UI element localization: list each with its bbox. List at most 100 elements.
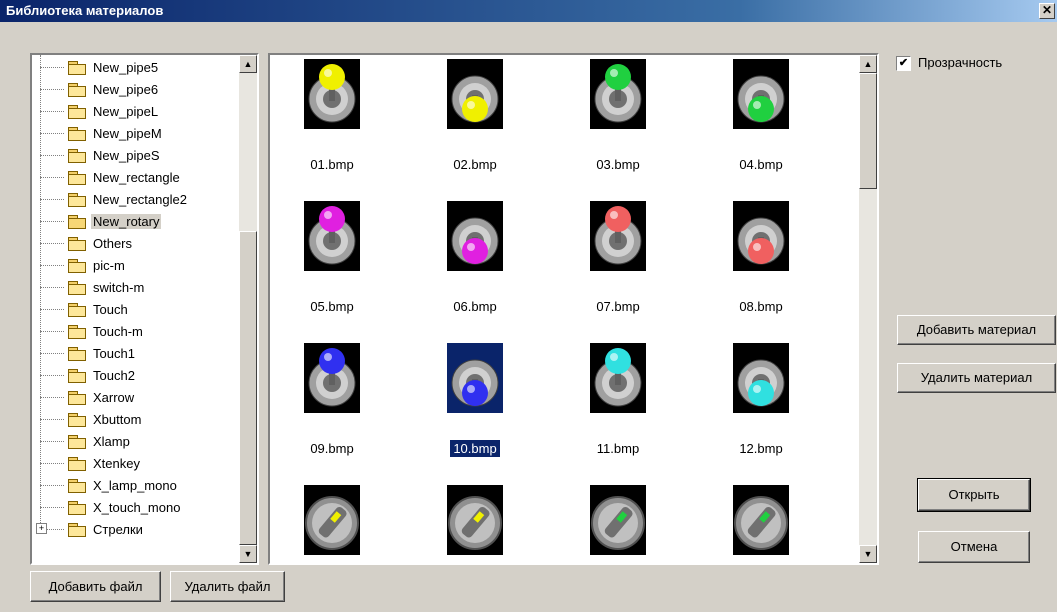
grid-scroll-down-icon[interactable]: ▼ <box>859 545 877 563</box>
tree-connector <box>40 221 64 222</box>
folder-tree-list: New_pipe5 New_pipe6 New_pipeL New_pipeM New_… <box>32 55 229 563</box>
material-grid-items: 01.bmp 02.bmp 03.bmp 04.bmp 05.bmp 06.bmp 07.b… <box>270 55 856 563</box>
tree-scrollbar[interactable]: ▲ ▼ <box>239 55 257 563</box>
cancel-button[interactable]: Отмена <box>918 531 1030 563</box>
folder-icon <box>68 170 86 185</box>
open-button[interactable]: Открыть <box>917 478 1031 512</box>
tree-connector <box>40 265 64 266</box>
material-item[interactable]: 03.bmp <box>562 59 672 199</box>
material-item[interactable] <box>419 485 529 563</box>
title-bar: Библиотека материалов ✕ <box>0 0 1057 22</box>
material-item[interactable]: 10.bmp <box>419 343 529 483</box>
grid-scroll-thumb[interactable] <box>859 73 877 189</box>
tree-item-xarrow[interactable]: Xarrow <box>40 387 136 407</box>
folder-icon <box>68 478 86 493</box>
tree-connector <box>40 375 64 376</box>
folder-icon <box>68 390 86 405</box>
material-caption: 03.bmp <box>562 157 674 172</box>
folder-icon <box>68 280 86 295</box>
tree-item-pic-m[interactable]: pic-m <box>40 255 127 275</box>
material-item[interactable]: 11.bmp <box>562 343 672 483</box>
expand-icon[interactable]: + <box>36 523 47 534</box>
toggle-switch-icon <box>733 201 789 271</box>
grid-scrollbar[interactable]: ▲ ▼ <box>859 55 877 563</box>
toggle-switch-icon <box>590 201 646 271</box>
tree-connector <box>40 155 64 156</box>
folder-icon <box>68 126 86 141</box>
tree-item-touch2[interactable]: Touch2 <box>40 365 137 385</box>
material-grid[interactable]: 01.bmp 02.bmp 03.bmp 04.bmp 05.bmp 06.bmp 07.b… <box>268 53 879 565</box>
toggle-switch-icon <box>447 201 503 271</box>
folder-icon <box>68 148 86 163</box>
material-item[interactable] <box>276 485 386 563</box>
add-file-button[interactable]: Добавить файл <box>30 571 161 602</box>
material-caption: 01.bmp <box>276 157 388 172</box>
delete-material-button[interactable]: Удалить материал <box>897 363 1056 393</box>
folder-icon <box>68 82 86 97</box>
tree-item-x-lamp-mono[interactable]: X_lamp_mono <box>40 475 179 495</box>
tree-item-xbuttom[interactable]: Xbuttom <box>40 409 143 429</box>
folder-icon <box>68 60 86 75</box>
tree-item-touch[interactable]: Touch <box>40 299 130 319</box>
material-item[interactable]: 07.bmp <box>562 201 672 341</box>
folder-icon <box>68 302 86 317</box>
tree-item-стрелки[interactable]: + Стрелки <box>36 519 145 539</box>
material-item[interactable]: 06.bmp <box>419 201 529 341</box>
tree-item-new-pipe6[interactable]: New_pipe6 <box>40 79 160 99</box>
toggle-switch-icon <box>733 59 789 129</box>
tree-connector <box>40 89 64 90</box>
transparency-checkbox[interactable]: ✔ <box>896 56 911 71</box>
tree-item-label: New_pipe5 <box>93 59 159 75</box>
material-item[interactable] <box>562 485 672 563</box>
tree-item-new-rotary[interactable]: New_rotary <box>40 211 162 231</box>
material-item[interactable]: 01.bmp <box>276 59 386 199</box>
folder-icon <box>68 324 86 339</box>
tree-scroll-up-icon[interactable]: ▲ <box>239 55 257 73</box>
material-item[interactable]: 02.bmp <box>419 59 529 199</box>
toggle-switch-icon <box>304 59 360 129</box>
delete-file-button[interactable]: Удалить файл <box>170 571 285 602</box>
material-item[interactable]: 05.bmp <box>276 201 386 341</box>
tree-item-new-pipes[interactable]: New_pipeS <box>40 145 162 165</box>
material-name: 05.bmp <box>310 299 354 314</box>
tree-scroll-thumb[interactable] <box>239 231 257 545</box>
folder-icon <box>68 258 86 273</box>
tree-item-others[interactable]: Others <box>40 233 134 253</box>
material-item[interactable]: 04.bmp <box>705 59 815 199</box>
grid-scroll-up-icon[interactable]: ▲ <box>859 55 877 73</box>
tree-item-label: switch-m <box>93 279 145 295</box>
add-material-button[interactable]: Добавить материал <box>897 315 1056 345</box>
tree-connector <box>40 67 64 68</box>
material-caption: 10.bmp <box>419 439 531 458</box>
tree-item-touch1[interactable]: Touch1 <box>40 343 137 363</box>
tree-item-new-pipel[interactable]: New_pipeL <box>40 101 160 121</box>
material-item[interactable] <box>705 485 815 563</box>
material-name: 09.bmp <box>310 441 354 456</box>
material-item[interactable]: 08.bmp <box>705 201 815 341</box>
material-item[interactable]: 12.bmp <box>705 343 815 483</box>
tree-item-label: Touch1 <box>93 345 135 361</box>
material-item[interactable]: 09.bmp <box>276 343 386 483</box>
tree-item-touch-m[interactable]: Touch-m <box>40 321 145 341</box>
tree-item-new-pipem[interactable]: New_pipeM <box>40 123 164 143</box>
tree-item-new-rectangle2[interactable]: New_rectangle2 <box>40 189 189 209</box>
tree-item-label: New_pipe6 <box>93 81 159 97</box>
folder-icon <box>68 500 86 515</box>
tree-item-label: Others <box>93 235 133 251</box>
close-button[interactable]: ✕ <box>1039 3 1055 19</box>
tree-item-label: New_pipeS <box>93 147 160 163</box>
tree-item-label: Touch2 <box>93 367 135 383</box>
material-name: 11.bmp <box>596 441 640 456</box>
tree-item-xlamp[interactable]: Xlamp <box>40 431 132 451</box>
tree-item-new-pipe5[interactable]: New_pipe5 <box>40 57 160 77</box>
tree-item-x-touch-mono[interactable]: X_touch_mono <box>40 497 182 517</box>
tree-connector <box>40 419 64 420</box>
tree-item-xtenkey[interactable]: Xtenkey <box>40 453 142 473</box>
folder-tree[interactable]: New_pipe5 New_pipe6 New_pipeL New_pipeM New_… <box>30 53 259 565</box>
tree-item-switch-m[interactable]: switch-m <box>40 277 146 297</box>
tree-scroll-down-icon[interactable]: ▼ <box>239 545 257 563</box>
tree-item-label: New_rectangle2 <box>93 191 187 207</box>
tree-item-new-rectangle[interactable]: New_rectangle <box>40 167 182 187</box>
folder-icon <box>68 368 86 383</box>
material-name: 07.bmp <box>596 299 640 314</box>
